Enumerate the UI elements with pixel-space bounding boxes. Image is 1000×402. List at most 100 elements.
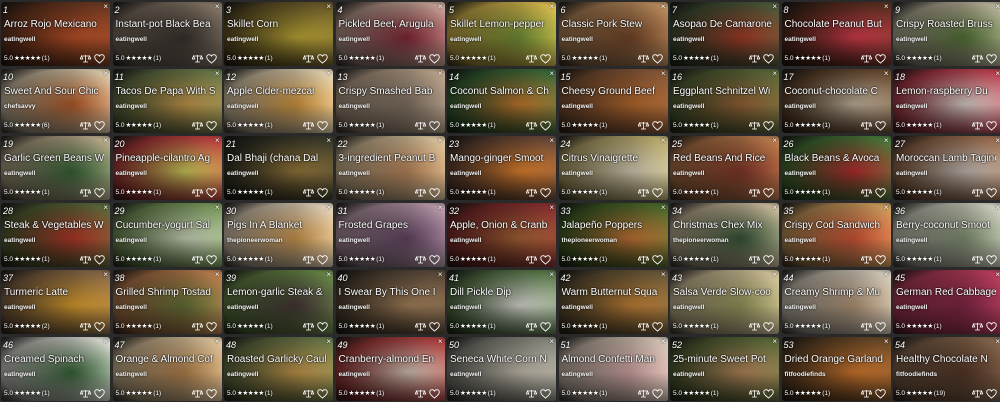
close-icon[interactable]: × <box>772 69 777 79</box>
heart-outline-icon[interactable] <box>540 389 551 399</box>
recipe-card-12[interactable]: 12 × Apple Cider-mezcal eatingwell 5.0 ★… <box>224 69 333 133</box>
recipe-card-31[interactable]: 31 × Frosted Grapes eatingwell 5.0 ★★★★★… <box>335 203 445 267</box>
heart-outline-icon[interactable] <box>94 255 105 265</box>
recipe-card-13[interactable]: 13 × Crispy Smashed Bab eatingwell 5.0 ★… <box>335 69 445 133</box>
recipe-card-33[interactable]: 33 × Jalapeño Poppers thepioneerwoman 5.… <box>558 203 668 267</box>
close-icon[interactable]: × <box>884 337 889 347</box>
close-icon[interactable]: × <box>103 270 108 280</box>
heart-outline-icon[interactable] <box>94 188 105 198</box>
heart-outline-icon[interactable] <box>874 322 886 332</box>
heart-outline-icon[interactable] <box>540 188 551 198</box>
recipe-card-20[interactable]: 20 × Pineapple-cilantro Ag eatingwell 5.… <box>112 136 222 200</box>
scale-icon[interactable] <box>191 54 203 63</box>
scale-icon[interactable] <box>637 121 649 130</box>
scale-icon[interactable] <box>972 188 983 197</box>
scale-icon[interactable] <box>414 255 426 264</box>
close-icon[interactable]: × <box>438 136 443 146</box>
recipe-card-44[interactable]: 44 × Creamy Shrimp & Mu eatingwell 5.0 ★… <box>781 270 891 334</box>
heart-outline-icon[interactable] <box>651 121 663 131</box>
scale-icon[interactable] <box>637 322 649 331</box>
close-icon[interactable]: × <box>215 337 220 347</box>
recipe-card-2[interactable]: 2 × Instant-pot Black Bea eatingwell 5.0… <box>112 2 222 66</box>
heart-outline-icon[interactable] <box>317 389 328 399</box>
heart-outline-icon[interactable] <box>651 322 663 332</box>
scale-icon[interactable] <box>414 121 426 130</box>
close-icon[interactable]: × <box>549 2 554 12</box>
heart-outline-icon[interactable] <box>94 54 105 64</box>
recipe-card-6[interactable]: 6 × Classic Pork Stew eatingwell 5.0 ★★★… <box>558 2 668 66</box>
heart-outline-icon[interactable] <box>428 54 440 64</box>
scale-icon[interactable] <box>414 54 426 63</box>
scale-icon[interactable] <box>526 322 537 331</box>
heart-outline-icon[interactable] <box>94 322 105 332</box>
scale-icon[interactable] <box>80 322 91 331</box>
close-icon[interactable]: × <box>215 203 220 213</box>
close-icon[interactable]: × <box>103 2 108 12</box>
recipe-card-21[interactable]: 21 × Dal Bhaji (chana Dal eatingwell 5.0… <box>224 136 333 200</box>
recipe-card-15[interactable]: 15 × Cheesy Ground Beef eatingwell 5.0 ★… <box>558 69 668 133</box>
scale-icon[interactable] <box>637 188 649 197</box>
heart-outline-icon[interactable] <box>205 188 217 198</box>
heart-outline-icon[interactable] <box>205 322 217 332</box>
scale-icon[interactable] <box>860 322 872 331</box>
scale-icon[interactable] <box>860 188 872 197</box>
close-icon[interactable]: × <box>995 337 1000 347</box>
scale-icon[interactable] <box>303 188 314 197</box>
recipe-card-10[interactable]: 10 × Sweet And Sour Chic chefsavvy 5.0 ★… <box>1 69 110 133</box>
recipe-card-50[interactable]: 50 × Seneca White Corn N eatingwell 5.0 … <box>447 337 556 401</box>
recipe-card-24[interactable]: 24 × Citrus Vinaigrette eatingwell 5.0 ★… <box>558 136 668 200</box>
scale-icon[interactable] <box>191 121 203 130</box>
close-icon[interactable]: × <box>549 270 554 280</box>
close-icon[interactable]: × <box>884 136 889 146</box>
recipe-card-47[interactable]: 47 × Orange & Almond Cof eatingwell 5.0 … <box>112 337 222 401</box>
recipe-card-52[interactable]: 52 × 25-minute Sweet Pot eatingwell 5.0 … <box>670 337 779 401</box>
heart-outline-icon[interactable] <box>986 121 997 131</box>
heart-outline-icon[interactable] <box>205 121 217 131</box>
close-icon[interactable]: × <box>438 270 443 280</box>
recipe-card-18[interactable]: 18 × Lemon-raspberry Du eatingwell 5.0 ★… <box>893 69 1000 133</box>
scale-icon[interactable] <box>972 121 983 130</box>
close-icon[interactable]: × <box>995 69 1000 79</box>
heart-outline-icon[interactable] <box>540 322 551 332</box>
close-icon[interactable]: × <box>772 136 777 146</box>
scale-icon[interactable] <box>526 389 537 398</box>
heart-outline-icon[interactable] <box>986 389 997 399</box>
heart-outline-icon[interactable] <box>317 188 328 198</box>
close-icon[interactable]: × <box>326 203 331 213</box>
recipe-card-37[interactable]: 37 × Turmeric Latte eatingwell 5.0 ★★★★★… <box>1 270 110 334</box>
recipe-card-14[interactable]: 14 × Coconut Salmon & Ch eatingwell 5.0 … <box>447 69 556 133</box>
scale-icon[interactable] <box>414 322 426 331</box>
recipe-card-53[interactable]: 53 × Dried Orange Garland fitfoodiefinds… <box>781 337 891 401</box>
close-icon[interactable]: × <box>103 136 108 146</box>
recipe-card-51[interactable]: 51 × Almond Confetti Man eatingwell 5.0 … <box>558 337 668 401</box>
heart-outline-icon[interactable] <box>317 54 328 64</box>
scale-icon[interactable] <box>80 188 91 197</box>
recipe-card-8[interactable]: 8 × Chocolate Peanut But eatingwell 5.0 … <box>781 2 891 66</box>
heart-outline-icon[interactable] <box>428 322 440 332</box>
close-icon[interactable]: × <box>438 337 443 347</box>
scale-icon[interactable] <box>191 188 203 197</box>
recipe-card-42[interactable]: 42 × Warm Butternut Squa eatingwell 5.0 … <box>558 270 668 334</box>
close-icon[interactable]: × <box>438 69 443 79</box>
scale-icon[interactable] <box>303 389 314 398</box>
heart-outline-icon[interactable] <box>428 255 440 265</box>
scale-icon[interactable] <box>80 255 91 264</box>
scale-icon[interactable] <box>414 188 426 197</box>
heart-outline-icon[interactable] <box>763 389 774 399</box>
heart-outline-icon[interactable] <box>205 255 217 265</box>
heart-outline-icon[interactable] <box>874 255 886 265</box>
scale-icon[interactable] <box>191 255 203 264</box>
recipe-card-1[interactable]: 1 × Arroz Rojo Mexicano eatingwell 5.0 ★… <box>1 2 110 66</box>
heart-outline-icon[interactable] <box>94 389 105 399</box>
heart-outline-icon[interactable] <box>428 188 440 198</box>
close-icon[interactable]: × <box>884 69 889 79</box>
scale-icon[interactable] <box>749 188 760 197</box>
close-icon[interactable]: × <box>549 337 554 347</box>
close-icon[interactable]: × <box>215 136 220 146</box>
close-icon[interactable]: × <box>995 270 1000 280</box>
close-icon[interactable]: × <box>884 203 889 213</box>
heart-outline-icon[interactable] <box>540 121 551 131</box>
scale-icon[interactable] <box>303 121 314 130</box>
close-icon[interactable]: × <box>549 69 554 79</box>
scale-icon[interactable] <box>860 54 872 63</box>
